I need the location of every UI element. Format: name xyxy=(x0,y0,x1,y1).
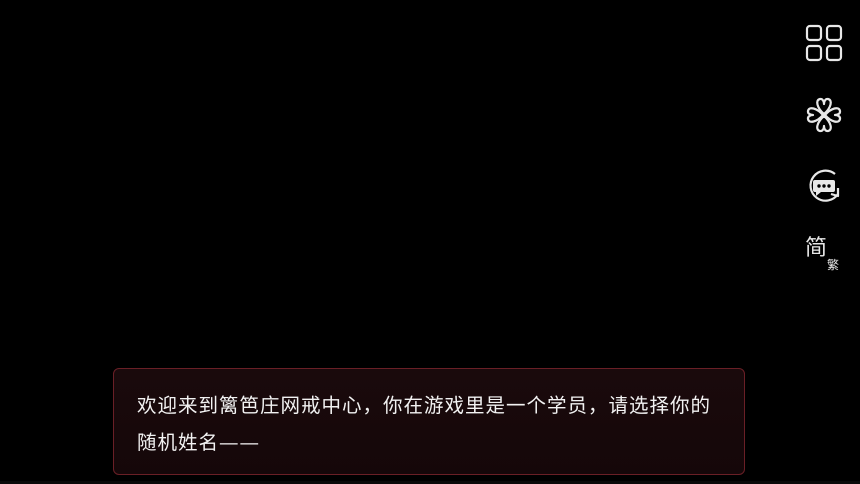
traditional-label: 繁 xyxy=(827,258,840,272)
dialog-log-button[interactable] xyxy=(803,165,845,207)
menu-button[interactable] xyxy=(803,22,845,64)
language-toggle-button[interactable]: 简 繁 xyxy=(803,236,849,280)
favorite-button[interactable] xyxy=(803,94,845,136)
dialog-text: 欢迎来到篱笆庄网戒中心，你在游戏里是一个学员，请选择你的随机姓名—— xyxy=(137,394,712,454)
game-screen[interactable]: 简 繁 欢迎来到篱笆庄网戒中心，你在游戏里是一个学员，请选择你的随机姓名—— xyxy=(0,0,860,484)
grid-menu-icon xyxy=(805,24,843,62)
clover-icon xyxy=(805,96,843,134)
dialog-box[interactable]: 欢迎来到篱笆庄网戒中心，你在游戏里是一个学员，请选择你的随机姓名—— xyxy=(113,368,745,475)
simplified-label: 简 xyxy=(805,236,828,261)
chat-refresh-icon xyxy=(804,166,844,206)
